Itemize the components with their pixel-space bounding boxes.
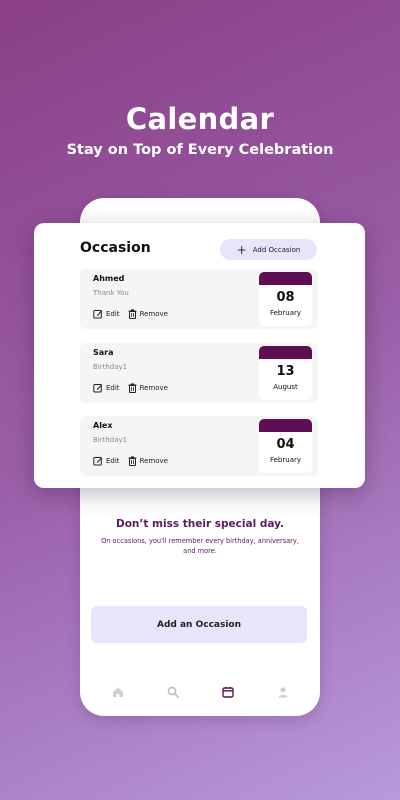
date-day: 08: [276, 290, 295, 305]
trash-icon: [128, 383, 137, 393]
empty-state-body: On occasions, you'll remember every birt…: [101, 537, 299, 555]
date-month: February: [269, 456, 302, 464]
trash-icon: [128, 456, 137, 466]
occasion-title: Occasion: [80, 240, 151, 256]
plus-icon: +: [236, 242, 247, 257]
occasion-name: Sara: [93, 348, 114, 357]
profile-icon[interactable]: [274, 683, 292, 701]
hero-subtitle: Stay on Top of Every Celebration: [66, 142, 334, 158]
occasion-note: Birthday1: [93, 436, 128, 444]
remove-label: Remove: [139, 310, 168, 318]
occasion-item: Alex Birthday1 Edit Remove 04 February: [80, 416, 318, 476]
edit-button[interactable]: Edit: [93, 383, 120, 393]
date-badge: 08 February: [259, 272, 312, 326]
occasion-card: Occasion + Add Occasion Ahmed Thank You …: [34, 223, 365, 488]
occasion-name: Ahmed: [93, 274, 125, 283]
edit-label: Edit: [106, 310, 120, 318]
edit-icon: [93, 310, 103, 319]
date-badge: 04 February: [259, 419, 312, 473]
edit-icon: [93, 384, 103, 393]
date-day: 04: [276, 437, 295, 452]
trash-icon: [128, 309, 137, 319]
occasion-item: Sara Birthday1 Edit Remove 13 August: [80, 343, 318, 403]
remove-button[interactable]: Remove: [128, 456, 168, 466]
edit-label: Edit: [106, 457, 120, 465]
edit-icon: [93, 457, 103, 466]
home-icon[interactable]: [109, 683, 127, 701]
calendar-icon[interactable]: [219, 683, 237, 701]
remove-label: Remove: [139, 384, 168, 392]
occasion-note: Thank You: [93, 289, 129, 297]
date-badge: 13 August: [259, 346, 312, 400]
bottom-nav: [80, 683, 320, 701]
remove-button[interactable]: Remove: [128, 383, 168, 393]
edit-label: Edit: [106, 384, 120, 392]
date-month: August: [273, 383, 298, 391]
occasion-note: Birthday1: [93, 363, 128, 371]
remove-label: Remove: [139, 457, 168, 465]
add-an-occasion-button[interactable]: Add an Occasion: [91, 606, 307, 643]
edit-button[interactable]: Edit: [93, 456, 120, 466]
add-occasion-button[interactable]: + Add Occasion: [220, 239, 317, 260]
occasion-item: Ahmed Thank You Edit Remove 08 February: [80, 269, 318, 329]
hero-title: Calendar: [125, 102, 275, 136]
date-day: 13: [276, 364, 295, 379]
date-month: February: [269, 309, 302, 317]
search-icon[interactable]: [164, 683, 182, 701]
empty-state-heading: Don’t miss their special day.: [115, 518, 284, 530]
remove-button[interactable]: Remove: [128, 309, 168, 319]
edit-button[interactable]: Edit: [93, 309, 120, 319]
add-occasion-label: Add Occasion: [252, 245, 301, 254]
occasion-name: Alex: [93, 421, 113, 430]
